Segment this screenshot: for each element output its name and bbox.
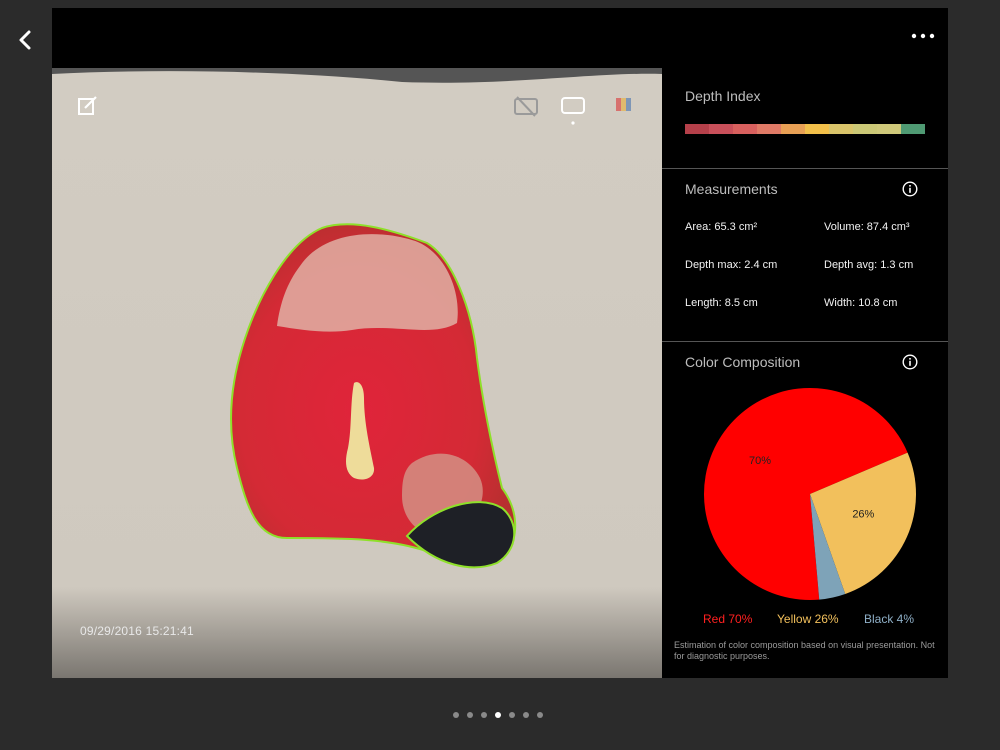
- color-composition-title: Color Composition: [685, 354, 801, 370]
- measurements-title: Measurements: [685, 181, 778, 197]
- color-view-button[interactable]: [614, 96, 634, 119]
- edit-icon: [78, 96, 97, 115]
- page-indicator: [453, 712, 543, 718]
- page-dot[interactable]: [509, 712, 515, 718]
- analysis-panel: Depth Index Measurements Area: 65.3 cm² …: [662, 68, 948, 678]
- hide-outline-icon: [514, 96, 538, 117]
- ellipsis-icon: [911, 33, 935, 39]
- page-dot[interactable]: [467, 712, 473, 718]
- volume-value: Volume: 87.4 cm³: [824, 221, 910, 233]
- legend-black: Black 4%: [864, 612, 915, 626]
- depth-scale-segment: [805, 124, 829, 134]
- pie-label-red: 70%: [749, 455, 771, 467]
- disclaimer-text: Estimation of color composition based on…: [674, 640, 935, 661]
- legend-yellow: Yellow 26%: [777, 612, 839, 626]
- more-button[interactable]: [908, 26, 938, 46]
- page-dot[interactable]: [495, 712, 501, 718]
- color-composition-info-button[interactable]: [902, 354, 918, 370]
- chevron-left-icon: [19, 30, 31, 50]
- page-dot[interactable]: [523, 712, 529, 718]
- depth-scale-segment: [853, 124, 877, 134]
- pie-label-yellow: 26%: [852, 509, 874, 521]
- info-icon: [902, 181, 918, 197]
- depth-index-title: Depth Index: [685, 88, 761, 104]
- area-value: Area: 65.3 cm²: [685, 221, 758, 233]
- divider: [662, 341, 948, 342]
- width-value: Width: 10.8 cm: [824, 297, 898, 309]
- depth-max-value: Depth max: 2.4 cm: [685, 259, 778, 271]
- page-dot[interactable]: [481, 712, 487, 718]
- color-composition-pie-chart: 70% 26%: [704, 388, 916, 600]
- info-icon: [902, 354, 918, 370]
- depth-scale-segment: [733, 124, 757, 134]
- depth-scale-segment: [757, 124, 781, 134]
- depth-index-scale: [685, 124, 925, 134]
- outline-view-button[interactable]: [560, 95, 586, 132]
- depth-scale-segment: [685, 124, 709, 134]
- hide-outline-button[interactable]: [513, 95, 539, 122]
- wound-image: [52, 68, 662, 678]
- depth-scale-segment: [877, 124, 901, 134]
- back-button[interactable]: [12, 24, 38, 56]
- color-view-icon: [616, 98, 631, 111]
- page-dot[interactable]: [537, 712, 543, 718]
- outline-view-icon: [561, 97, 585, 125]
- depth-avg-value: Depth avg: 1.3 cm: [824, 259, 914, 271]
- main-panel: 09/29/2016 15:21:41 Depth Index Measurem…: [52, 8, 948, 678]
- depth-scale-segment: [901, 124, 925, 134]
- depth-scale-segment: [829, 124, 853, 134]
- legend-red: Red 70%: [703, 612, 753, 626]
- depth-scale-segment: [709, 124, 733, 134]
- page-dot[interactable]: [453, 712, 459, 718]
- depth-scale-segment: [781, 124, 805, 134]
- photo-timestamp: 09/29/2016 15:21:41: [80, 624, 194, 638]
- measurements-info-button[interactable]: [902, 181, 918, 197]
- length-value: Length: 8.5 cm: [685, 297, 758, 309]
- divider: [662, 168, 948, 169]
- edit-button[interactable]: [76, 94, 100, 123]
- wound-photo[interactable]: 09/29/2016 15:21:41: [52, 68, 662, 678]
